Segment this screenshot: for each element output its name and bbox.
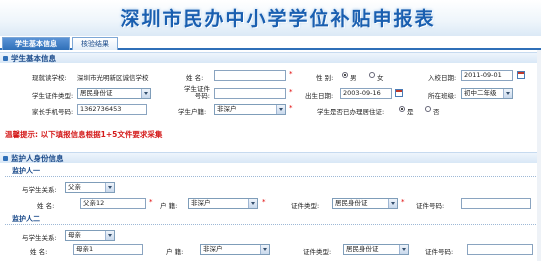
guardian1-id-no-input[interactable] — [461, 198, 531, 209]
hukou-label: 学生户籍: — [178, 108, 207, 116]
required-mark: * — [289, 88, 293, 96]
gender-female-radio[interactable] — [369, 72, 375, 78]
chevron-down-icon — [399, 245, 408, 254]
guardian1-hukou-value: 非深户 — [191, 199, 211, 207]
page-banner: 深圳市民办中小学学位补贴申报表 — [0, 0, 541, 36]
permit-no-label: 否 — [433, 108, 440, 116]
school-label: 现就读学校: — [32, 74, 67, 82]
chevron-down-icon — [388, 199, 397, 208]
divider — [5, 224, 536, 225]
gender-male-label: 男 — [350, 74, 357, 82]
id-no-label: 学生证件号码: — [184, 85, 210, 100]
gender-male-radio[interactable] — [342, 72, 348, 78]
gender-female-label: 女 — [377, 74, 384, 82]
guardian2-hukou-select[interactable]: 非深户 — [200, 244, 270, 255]
chevron-down-icon — [276, 105, 285, 114]
guardian2-id-no-label: 证件号码: — [425, 248, 454, 256]
student-name-label: 姓 名: — [186, 74, 204, 82]
guardian2-heading: 监护人二 — [12, 215, 40, 223]
chevron-down-icon — [141, 89, 150, 98]
chevron-down-icon — [105, 231, 114, 240]
student-name-input[interactable] — [214, 70, 286, 81]
guardian1-id-no-label: 证件号码: — [416, 202, 445, 210]
grade-label: 所在班级: — [428, 92, 457, 100]
guardian1-id-type-label: 证件类型: — [291, 202, 320, 210]
required-mark: * — [289, 70, 293, 78]
permit-yes-radio[interactable] — [399, 106, 405, 112]
required-mark: * — [289, 104, 293, 112]
calendar-icon[interactable] — [517, 71, 525, 79]
tab-student-info[interactable]: 学生基本信息 — [2, 37, 70, 50]
section-bullet-icon — [3, 156, 8, 161]
student-section-header: 学生基本信息 — [0, 52, 541, 63]
id-type-value: 居民身份证 — [80, 89, 113, 97]
guardian2-relation-select[interactable]: 母亲 — [65, 230, 115, 241]
enroll-date-input[interactable]: 2011-09-01 — [461, 70, 513, 81]
guardian1-heading: 监护人一 — [12, 167, 40, 175]
guardian1-id-type-value: 居民身份证 — [335, 199, 368, 207]
guardian1-name-input[interactable]: 父亲12 — [80, 198, 146, 209]
required-mark: * — [401, 198, 405, 206]
guardian2-id-no-input[interactable] — [467, 244, 533, 255]
guardian2-relation-label: 与学生关系: — [22, 234, 57, 242]
student-section-title: 学生基本信息 — [11, 54, 56, 63]
chevron-down-icon — [105, 183, 114, 192]
hukou-value: 非深户 — [217, 105, 237, 113]
chevron-down-icon — [248, 199, 257, 208]
phone-label: 家长手机号码: — [32, 108, 74, 116]
permit-no-radio[interactable] — [425, 106, 431, 112]
guardian1-relation-select[interactable]: 父亲 — [65, 182, 115, 193]
required-mark: * — [149, 198, 153, 206]
grade-select[interactable]: 初中二年级 — [461, 88, 513, 99]
hukou-select[interactable]: 非深户 — [214, 104, 286, 115]
guardian2-name-label: 姓 名: — [30, 248, 48, 256]
page-title: 深圳市民办中小学学位补贴申报表 — [120, 8, 436, 30]
guardian-section-title: 监护人身份信息 — [11, 154, 64, 163]
id-type-label: 学生证件类型: — [32, 92, 74, 100]
notice-text: 温馨提示: 以下填报信息根据1+5文件要求采集 — [5, 130, 163, 139]
birth-date-label: 出生日期: — [305, 92, 334, 100]
enroll-date-label: 入校日期: — [428, 74, 457, 82]
residence-permit-label: 学生是否已办理居住证: — [317, 108, 385, 116]
guardian1-id-type-select[interactable]: 居民身份证 — [332, 198, 398, 209]
id-type-select[interactable]: 居民身份证 — [77, 88, 151, 99]
guardian2-id-type-label: 证件类型: — [303, 248, 332, 256]
birth-date-input[interactable]: 2003-09-16 — [340, 88, 392, 99]
guardian1-hukou-label: 户 籍: — [160, 202, 178, 210]
guardian2-relation-value: 母亲 — [68, 231, 81, 239]
guardian1-hukou-select[interactable]: 非深户 — [188, 198, 258, 209]
school-value: 深圳市光明新区诚信学校 — [77, 74, 149, 82]
tab-verify-result[interactable]: 核验结果 — [72, 37, 118, 50]
guardian1-name-label: 姓 名: — [37, 202, 55, 210]
gender-label: 性 别: — [316, 74, 334, 82]
id-no-input[interactable] — [214, 88, 286, 99]
grade-value: 初中二年级 — [464, 89, 497, 97]
guardian2-hukou-value: 非深户 — [203, 245, 223, 253]
chevron-down-icon — [503, 89, 512, 98]
guardian1-relation-label: 与学生关系: — [22, 186, 57, 194]
guardian2-hukou-label: 户 籍: — [166, 248, 184, 256]
permit-yes-label: 是 — [407, 108, 414, 116]
phone-input[interactable]: 1362736453 — [77, 104, 147, 115]
tab-bar: 学生基本信息 核验结果 — [0, 36, 541, 50]
required-mark: * — [262, 198, 266, 206]
calendar-icon[interactable] — [395, 89, 403, 97]
guardian2-id-type-value: 居民身份证 — [346, 245, 379, 253]
guardian2-id-type-select[interactable]: 居民身份证 — [343, 244, 409, 255]
guardian1-relation-value: 父亲 — [68, 183, 81, 191]
scrollbar[interactable] — [537, 50, 541, 261]
guardian2-name-input[interactable]: 母亲1 — [73, 244, 143, 255]
guardian-section-header: 监护人身份信息 — [0, 152, 541, 163]
section-bullet-icon — [3, 56, 8, 61]
chevron-down-icon — [260, 245, 269, 254]
divider — [5, 176, 536, 177]
